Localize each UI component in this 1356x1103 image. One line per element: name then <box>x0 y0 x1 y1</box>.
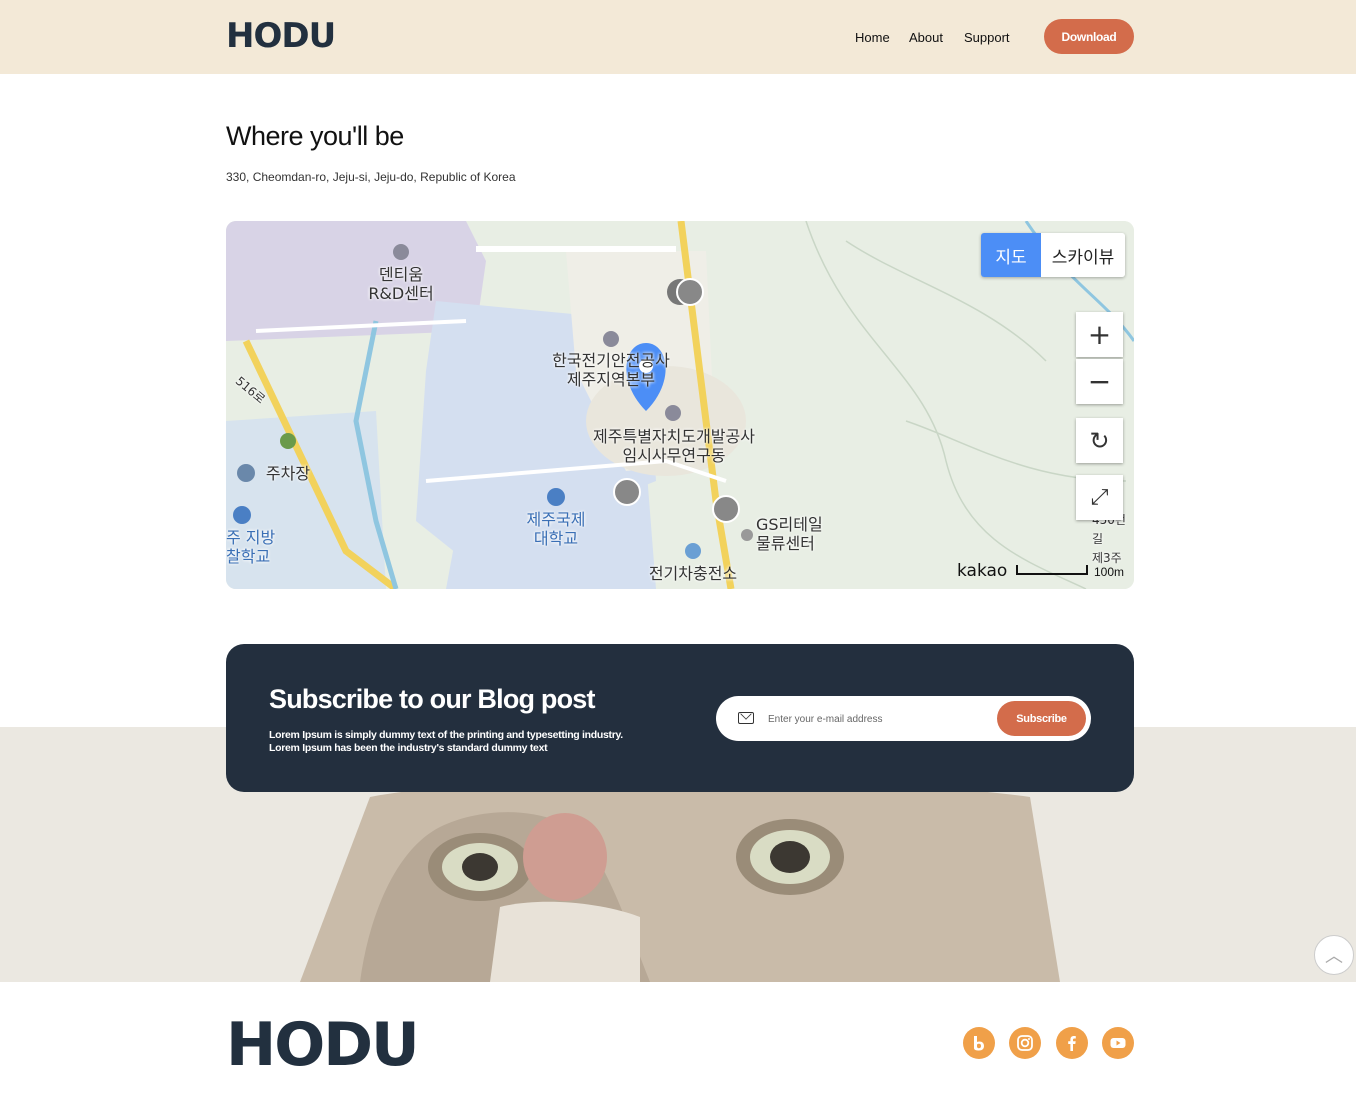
kakao-logo[interactable]: kakao <box>957 561 1007 581</box>
map-view[interactable]: 덴티움 R&D센터 한국전기안전공사 제주지역본부 제주특별자치도개발공사 임시… <box>226 221 1134 589</box>
subscribe-form: Subscribe <box>716 696 1091 741</box>
youtube-icon <box>1110 1038 1126 1048</box>
top-bar <box>0 0 1356 74</box>
map-type-skyview-button[interactable]: 스카이뷰 <box>1041 233 1125 277</box>
refresh-icon: ↻ <box>1089 426 1110 455</box>
expand-icon: ⤢ <box>1090 485 1109 510</box>
facebook-link[interactable] <box>1056 1027 1088 1059</box>
facebook-icon <box>1068 1036 1076 1051</box>
footer-logo[interactable]: HODU <box>226 1010 420 1080</box>
zoom-in-button[interactable]: + <box>1076 312 1123 357</box>
map-label-gs: GS리테일 물류센터 <box>756 515 823 553</box>
map-label-police: 주 지방 찰학교 <box>226 528 276 566</box>
youtube-link[interactable] <box>1102 1027 1134 1059</box>
map-label-rnd: 덴티움 R&D센터 <box>368 265 434 303</box>
subscribe-description: Lorem Ipsum is simply dummy text of the … <box>269 729 623 754</box>
blog-link[interactable] <box>963 1027 995 1059</box>
blog-icon <box>974 1036 984 1051</box>
map-label-parking: 주차장 <box>265 464 311 483</box>
map-type-toggle: 지도 스카이뷰 <box>981 233 1125 277</box>
nav-support[interactable]: Support <box>964 30 1010 45</box>
fullscreen-button[interactable]: ⤢ <box>1076 475 1123 520</box>
map-label-kepco: 한국전기안전공사 제주지역본부 <box>552 351 670 389</box>
reset-view-button[interactable]: ↻ <box>1076 418 1123 463</box>
hodu-logo[interactable]: HODU <box>226 16 336 56</box>
map-label-school: 제주국제 대학교 <box>526 510 586 548</box>
mail-icon <box>738 712 754 724</box>
instagram-icon <box>1017 1035 1033 1051</box>
nav-home[interactable]: Home <box>855 30 890 45</box>
instagram-link[interactable] <box>1009 1027 1041 1059</box>
address-text: 330, Cheomdan-ro, Jeju-si, Jeju-do, Repu… <box>226 170 516 184</box>
download-button[interactable]: Download <box>1044 19 1134 54</box>
map-label-jdc: 제주특별자치도개발공사 임시사무연구동 <box>593 427 755 465</box>
zoom-out-button[interactable]: − <box>1076 359 1123 404</box>
subscribe-title: Subscribe to our Blog post <box>269 684 596 714</box>
chevron-up-icon: ︿ <box>1325 946 1343 966</box>
subscribe-card: Subscribe to our Blog post Lorem Ipsum i… <box>226 644 1134 792</box>
map-label-ev: 전기차충전소 <box>648 564 738 583</box>
subscribe-button[interactable]: Subscribe <box>997 701 1086 736</box>
map-scale-bar <box>1016 565 1088 575</box>
map-scale-label: 100m <box>1094 565 1125 579</box>
section-title: Where you'll be <box>226 121 404 151</box>
email-field[interactable] <box>768 709 988 729</box>
nav-about[interactable]: About <box>909 30 943 45</box>
map-type-map-button[interactable]: 지도 <box>981 233 1041 277</box>
scroll-to-top-button[interactable]: ︿ <box>1314 935 1354 975</box>
